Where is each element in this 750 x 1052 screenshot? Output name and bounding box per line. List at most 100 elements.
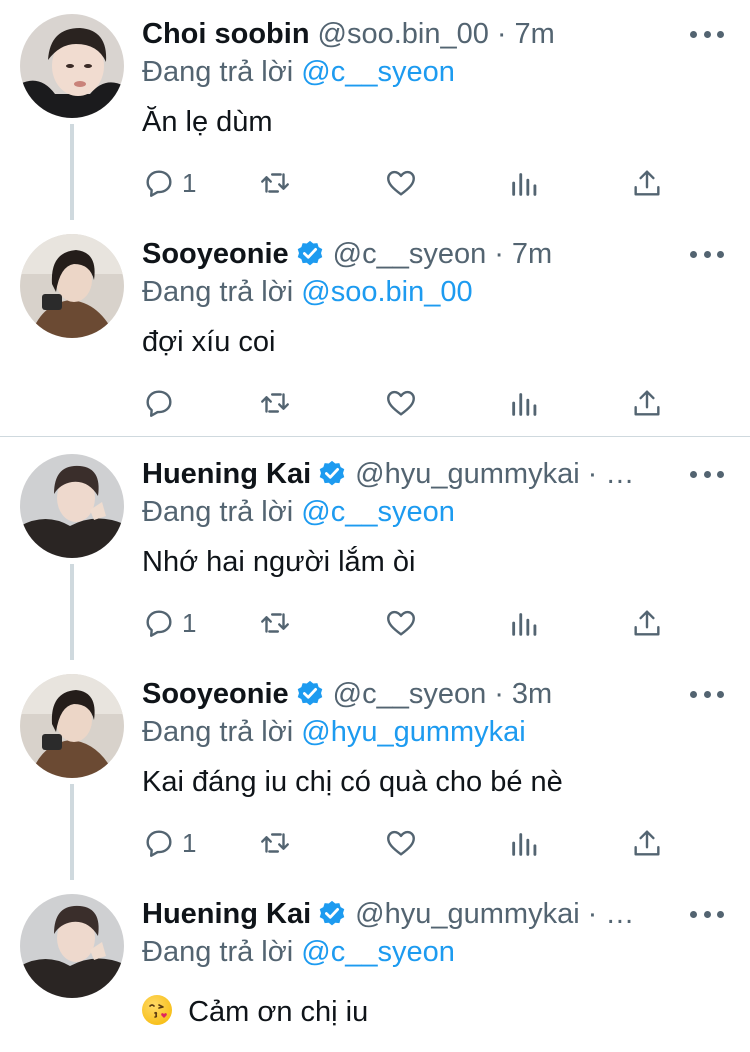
tweet[interactable]: Choi soobin @soo.bin_00 · 7m Đang trả lờ… (0, 0, 750, 220)
timestamp[interactable]: 7m (512, 234, 552, 274)
retweet-icon (261, 173, 289, 193)
verified-badge-icon (319, 900, 345, 926)
verified-badge-icon (319, 460, 345, 486)
tweet[interactable]: Sooyeonie @c__syeon · 3m Đang trả lời @h… (0, 660, 750, 880)
tweet-text: Kai đáng iu chị có quà cho bé nè (142, 766, 563, 798)
more-options-icon[interactable] (690, 684, 724, 704)
replying-to-label: Đang trả lời (142, 56, 294, 88)
mention-link[interactable]: @soo.bin_00 (301, 276, 472, 308)
retweet-icon (261, 833, 289, 853)
face-blowing-kiss-icon (142, 995, 172, 1025)
analytics-icon (512, 613, 537, 636)
heart-icon (387, 830, 415, 856)
reply-button[interactable] (142, 383, 182, 423)
retweet-button[interactable] (258, 163, 292, 203)
tweet[interactable]: Huening Kai @hyu_gummykai · … Đang trả l… (0, 880, 750, 1052)
tweet-header: Sooyeonie @c__syeon · 7m (142, 234, 660, 274)
reply-button[interactable]: 1 (142, 163, 196, 203)
tweet[interactable]: Huening Kai @hyu_gummykai · … Đang trả l… (0, 440, 750, 660)
mention-link[interactable]: @c__syeon (301, 56, 455, 88)
timestamp[interactable]: … (605, 454, 634, 494)
username[interactable]: @soo.bin_00 (318, 14, 489, 54)
like-button[interactable] (384, 603, 418, 643)
timestamp[interactable]: 7m (515, 14, 555, 54)
like-button[interactable] (384, 823, 418, 863)
reply-button[interactable]: 1 (142, 823, 196, 863)
like-button[interactable] (384, 383, 418, 423)
analytics-icon (512, 833, 537, 856)
reply-icon (146, 830, 172, 857)
more-options-icon[interactable] (690, 464, 724, 484)
analytics-button[interactable] (508, 823, 542, 863)
verified-badge-icon (297, 240, 322, 266)
retweet-button[interactable] (258, 823, 292, 863)
thread-line (70, 124, 74, 220)
reply-count: 1 (182, 607, 197, 638)
tweet-text: đợi xíu coi (142, 326, 276, 358)
more-options-icon[interactable] (690, 24, 724, 44)
separator-dot: · (494, 678, 504, 710)
timestamp[interactable]: … (605, 894, 634, 934)
replying-to: Đang trả lời @soo.bin_00 (142, 272, 473, 312)
share-icon (634, 610, 660, 636)
analytics-button[interactable] (508, 603, 542, 643)
retweet-icon (261, 613, 289, 633)
avatar[interactable] (20, 674, 124, 778)
verified-badge-icon (297, 680, 322, 706)
share-icon (634, 390, 660, 416)
more-options-icon[interactable] (690, 244, 724, 264)
reply-count: 1 (182, 167, 197, 198)
username[interactable]: @hyu_gummykai (355, 454, 579, 494)
analytics-button[interactable] (508, 163, 542, 203)
display-name[interactable]: Choi soobin (142, 14, 310, 54)
mention-link[interactable]: @c__syeon (301, 936, 455, 968)
username[interactable]: @c__syeon (333, 234, 487, 274)
retweet-button[interactable] (258, 383, 292, 423)
analytics-button[interactable] (508, 383, 542, 423)
replying-to: Đang trả lời @c__syeon (142, 932, 455, 972)
reply-button[interactable]: 1 (142, 603, 196, 643)
tweet-text: Nhớ hai người lắm òi (142, 546, 416, 578)
display-name[interactable]: Sooyeonie (142, 674, 289, 714)
reply-icon (146, 390, 172, 417)
divider (0, 436, 750, 437)
reply-icon (146, 610, 172, 637)
tweet[interactable]: Sooyeonie @c__syeon · 7m Đang trả lời @s… (0, 220, 750, 436)
thread-line (70, 564, 74, 660)
mention-link[interactable]: @hyu_gummykai (301, 716, 525, 748)
separator-dot: · (494, 238, 504, 270)
timestamp[interactable]: 3m (512, 674, 552, 714)
display-name[interactable]: Huening Kai (142, 454, 311, 494)
username[interactable]: @c__syeon (333, 674, 487, 714)
tweet-header: Huening Kai @hyu_gummykai · … (142, 894, 660, 934)
mention-link[interactable]: @c__syeon (301, 496, 455, 528)
heart-icon (387, 170, 415, 196)
share-button[interactable] (630, 383, 664, 423)
avatar[interactable] (20, 454, 124, 558)
retweet-button[interactable] (258, 603, 292, 643)
share-icon (634, 830, 660, 856)
tweet-actions (142, 383, 682, 423)
replying-to: Đang trả lời @c__syeon (142, 52, 455, 92)
avatar[interactable] (20, 14, 124, 118)
share-button[interactable] (630, 603, 664, 643)
avatar[interactable] (20, 234, 124, 338)
separator-dot: · (587, 898, 598, 930)
username[interactable]: @hyu_gummykai (355, 894, 579, 934)
like-button[interactable] (384, 163, 418, 203)
avatar[interactable] (20, 894, 124, 998)
share-button[interactable] (630, 823, 664, 863)
tweet-header: Sooyeonie @c__syeon · 3m (142, 674, 660, 714)
share-button[interactable] (630, 163, 664, 203)
display-name[interactable]: Huening Kai (142, 894, 311, 934)
display-name[interactable]: Sooyeonie (142, 234, 289, 274)
reply-icon (146, 170, 172, 197)
tweet-text: Ăn lẹ dùm (142, 106, 273, 138)
separator-dot: · (496, 18, 507, 50)
tweet-header: Choi soobin @soo.bin_00 · 7m (142, 14, 660, 54)
heart-icon (387, 390, 415, 416)
more-options-icon[interactable] (690, 904, 724, 924)
tweet-actions: 1 (142, 823, 682, 863)
retweet-icon (261, 393, 289, 413)
replying-to: Đang trả lời @c__syeon (142, 492, 455, 532)
